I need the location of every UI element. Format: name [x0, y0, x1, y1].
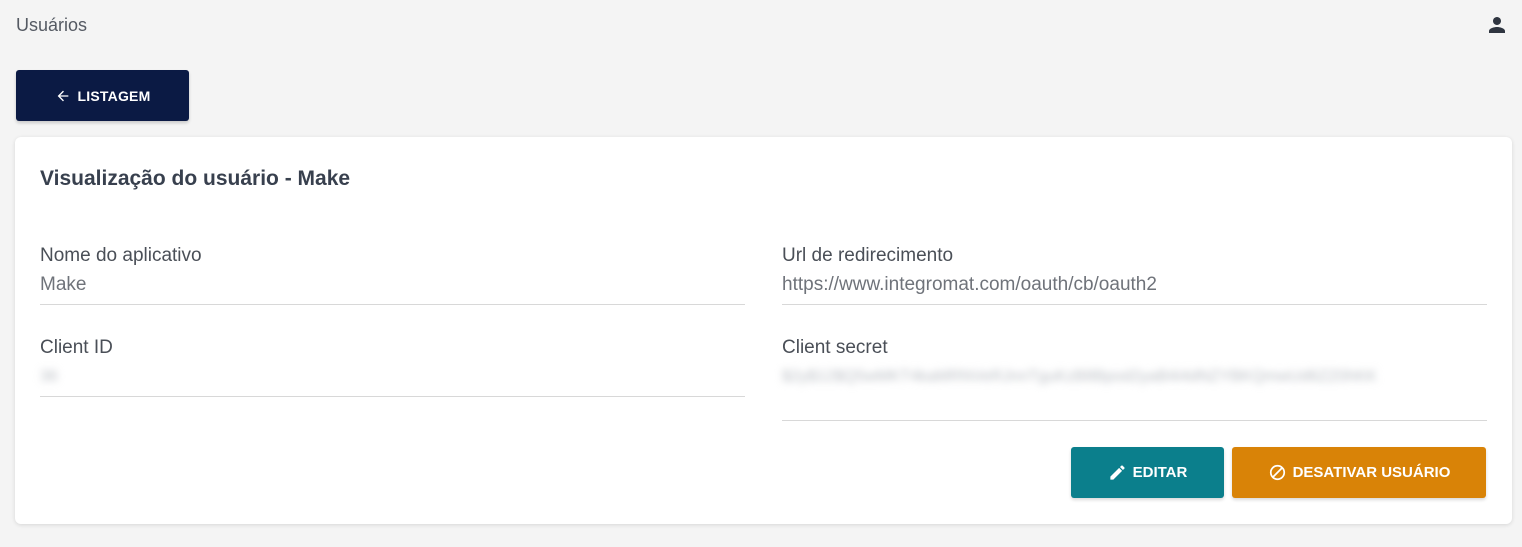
card-title: Visualização do usuário - Make — [40, 167, 351, 190]
field-value: Make — [40, 274, 87, 295]
field-value-blurred: 36 — [40, 368, 58, 385]
deactivate-user-button[interactable]: DESATIVAR USUÁRIO — [1232, 447, 1486, 498]
arrow-left-icon — [57, 90, 68, 101]
user-details-card: Visualização do usuário - Make Nome do a… — [15, 137, 1512, 524]
person-icon[interactable] — [1487, 15, 1507, 35]
deactivate-button-label: DESATIVAR USUÁRIO — [1292, 464, 1451, 481]
field-label: Url de redirecimento — [782, 245, 954, 266]
edit-button-label: EDITAR — [1132, 464, 1188, 481]
field-label: Client secret — [782, 337, 888, 358]
redirect-url-field: Url de redirecimento https://www.integro… — [782, 244, 1487, 305]
app-name-field: Nome do aplicativo Make — [40, 244, 745, 305]
top-bar: Usuários — [0, 0, 1522, 52]
field-value: https://www.integromat.com/oauth/cb/oaut… — [782, 274, 1157, 295]
pencil-icon — [1110, 465, 1125, 480]
back-button-label: LISTAGEM — [77, 87, 151, 104]
field-value-blurred: $2y$12$Q5wMKT4kaMRNVeRJnnTguKzB8Bpod2yaB… — [782, 368, 1377, 385]
client-id-field: Client ID 36 — [40, 336, 745, 397]
page-title: Usuários — [16, 15, 88, 35]
field-label: Client ID — [40, 337, 113, 358]
back-to-list-button[interactable]: LISTAGEM — [16, 70, 189, 121]
edit-button[interactable]: EDITAR — [1071, 447, 1224, 498]
client-secret-field: Client secret $2y$12$Q5wMKT4kaMRNVeRJnnT… — [782, 336, 1487, 421]
block-icon — [1269, 464, 1285, 481]
field-label: Nome do aplicativo — [40, 245, 202, 266]
